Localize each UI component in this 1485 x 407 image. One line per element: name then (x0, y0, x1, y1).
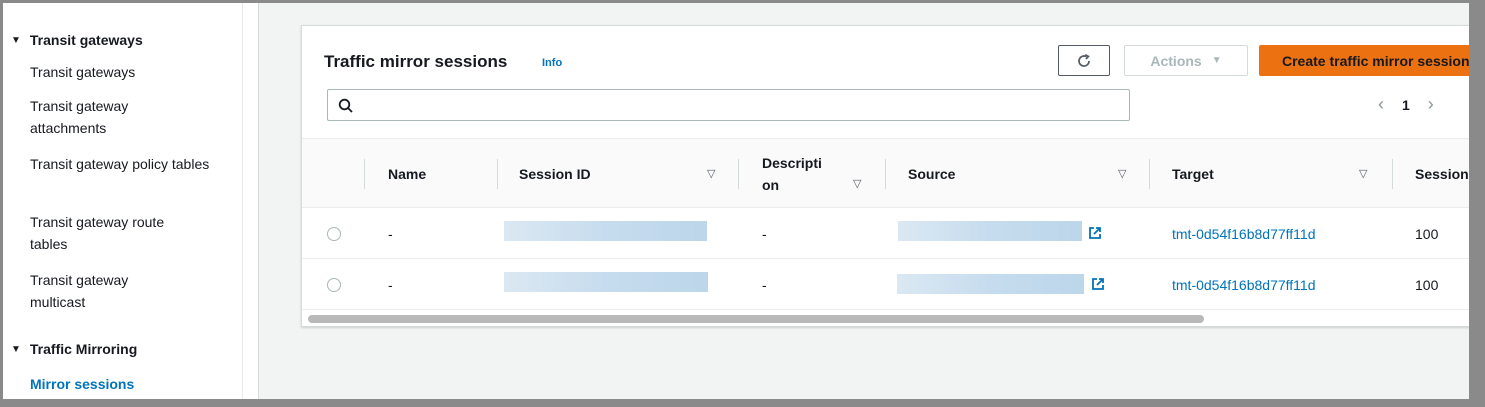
redacted-source (897, 274, 1084, 294)
column-divider (738, 159, 739, 189)
cell-session: 100 (1415, 226, 1439, 242)
search-icon (338, 98, 353, 113)
external-link-icon[interactable] (1088, 226, 1102, 240)
sidebar-section-label: Transit gateways (29, 32, 143, 48)
column-header-session[interactable]: Session (1415, 139, 1469, 209)
column-divider (1149, 159, 1150, 189)
cell-description: - (762, 226, 767, 242)
row-radio[interactable] (327, 227, 341, 241)
sidebar: ▼ Transit gateways Transit gateways Tran… (3, 3, 243, 399)
sort-icon[interactable]: ▽ (1118, 167, 1126, 180)
chevron-left-icon[interactable]: ‹ (1378, 94, 1384, 115)
cell-target-link[interactable]: tmt-0d54f16b8d77ff11d (1172, 260, 1316, 310)
sort-icon[interactable]: ▽ (1359, 167, 1367, 180)
create-traffic-mirror-session-button[interactable]: Create traffic mirror session (1259, 45, 1469, 76)
column-header-description[interactable]: Description (762, 139, 830, 209)
actions-button[interactable]: Actions ▼ (1124, 45, 1248, 76)
column-header-session-id[interactable]: Session ID (519, 139, 591, 209)
cell-name: - (388, 277, 393, 293)
sort-icon[interactable]: ▽ (853, 177, 861, 190)
traffic-mirror-sessions-panel: Traffic mirror sessions Info Actions ▼ C… (301, 25, 1469, 327)
table-row[interactable]: - - tmt-0d54f16b8d77ff11d 100 (302, 209, 1469, 259)
column-header-source[interactable]: Source (908, 139, 955, 209)
redacted-session-id (504, 272, 708, 292)
pagination: ‹ 1 › (1378, 94, 1434, 115)
cell-target-link[interactable]: tmt-0d54f16b8d77ff11d (1172, 209, 1316, 259)
horizontal-scrollbar-thumb[interactable] (308, 315, 1204, 323)
cell-description: - (762, 277, 767, 293)
app-frame: ▼ Transit gateways Transit gateways Tran… (0, 0, 1485, 407)
actions-label: Actions (1150, 52, 1202, 69)
triangle-down-icon: ▼ (11, 34, 21, 46)
cell-session: 100 (1415, 277, 1439, 293)
column-header-target[interactable]: Target (1172, 139, 1214, 209)
column-divider (497, 159, 498, 189)
row-radio[interactable] (327, 278, 341, 292)
sidebar-section-label: Traffic Mirroring (29, 341, 138, 357)
chevron-right-icon[interactable]: › (1428, 94, 1434, 115)
refresh-button[interactable] (1058, 45, 1110, 76)
redacted-session-id (504, 221, 707, 241)
sort-icon[interactable]: ▽ (707, 167, 715, 180)
triangle-down-icon: ▼ (11, 343, 21, 355)
sidebar-section-traffic-mirroring[interactable]: ▼ Traffic Mirroring (11, 341, 137, 357)
sidebar-section-transit-gateways[interactable]: ▼ Transit gateways (11, 32, 143, 48)
column-divider (364, 159, 365, 189)
column-divider (1392, 159, 1393, 189)
info-link[interactable]: Info (542, 57, 562, 69)
caret-down-icon: ▼ (1211, 55, 1222, 66)
external-link-icon[interactable] (1091, 277, 1105, 291)
sidebar-item-transit-gateway-multicast[interactable]: Transit gateway multicast (30, 269, 180, 313)
sidebar-item-transit-gateways[interactable]: Transit gateways (30, 61, 230, 83)
column-header-name[interactable]: Name (388, 139, 426, 209)
table-row[interactable]: - - tmt-0d54f16b8d77ff11d 100 (302, 260, 1469, 310)
sidebar-item-mirror-sessions[interactable]: Mirror sessions (30, 373, 230, 395)
sidebar-item-transit-gateway-route-tables[interactable]: Transit gateway route tables (30, 211, 200, 255)
redacted-source (898, 221, 1082, 241)
sidebar-item-transit-gateway-policy-tables[interactable]: Transit gateway policy tables (30, 153, 210, 175)
refresh-icon (1078, 53, 1090, 67)
sidebar-item-transit-gateway-attachments[interactable]: Transit gateway attachments (30, 95, 200, 139)
panel-title: Traffic mirror sessions (324, 52, 508, 71)
search-input[interactable] (327, 89, 1130, 121)
page-number[interactable]: 1 (1402, 97, 1410, 113)
column-divider (885, 159, 886, 189)
cell-name: - (388, 226, 393, 242)
table-header: Name Session ID ▽ Description ▽ Source ▽… (302, 138, 1469, 209)
